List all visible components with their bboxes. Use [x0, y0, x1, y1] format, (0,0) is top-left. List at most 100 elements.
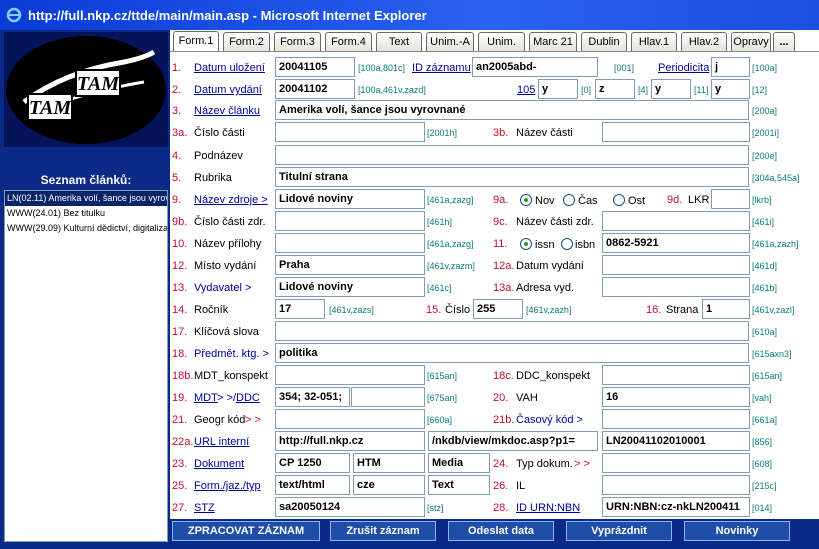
date-issued-link[interactable]: Datum vydání — [194, 84, 262, 96]
source-name-field[interactable]: Lidové noviny — [275, 189, 425, 209]
tab-text[interactable]: Text — [376, 32, 422, 51]
ddc-field[interactable] — [351, 387, 425, 407]
marc-code: [12] — [752, 85, 768, 95]
tab-form3[interactable]: Form.3 — [274, 32, 321, 51]
field-105-0[interactable]: y — [538, 79, 578, 99]
tab-hlav2[interactable]: Hlav.2 — [681, 32, 727, 51]
rubric-field[interactable]: Titulní strana — [275, 167, 749, 187]
url-id-field[interactable]: LN20041102010001 — [602, 431, 750, 451]
place-field[interactable]: Praha — [275, 255, 425, 275]
weight-field[interactable]: 16 — [602, 387, 750, 407]
process-record-button[interactable]: ZPRACOVAT ZÁZNAM — [172, 521, 320, 541]
radio-nov[interactable] — [520, 194, 532, 206]
radio-issn-label: issn — [535, 239, 555, 251]
tab-unim-a[interactable]: Unim.-A — [426, 32, 474, 51]
urn-nbn-field[interactable]: URN:NBN:cz-nkLN200411 — [602, 497, 750, 517]
marc-code: [0] — [581, 85, 592, 95]
periodicity-field[interactable]: j — [711, 57, 750, 77]
type-field[interactable]: Text — [428, 475, 490, 495]
article-list[interactable]: LN(02.11) Amerika volí, šance jsou vyrov… — [4, 190, 168, 542]
field-105-11[interactable]: y — [651, 79, 691, 99]
date-issued-field[interactable]: 20041102 — [275, 79, 355, 99]
source-part-name-field[interactable] — [602, 211, 750, 231]
date-saved-field[interactable]: 20041105 — [275, 57, 355, 77]
internal-url-link[interactable]: URL interní — [194, 436, 249, 448]
stz-field[interactable]: sa20050124 — [275, 497, 425, 517]
publisher-link[interactable]: Vydavatel > — [194, 282, 251, 294]
urn-nbn-link[interactable]: ID URN:NBN — [516, 502, 580, 514]
publisher-field[interactable]: Lidové noviny — [275, 277, 425, 297]
source-date-field[interactable] — [602, 255, 750, 275]
mdt-konspekt-field[interactable] — [275, 365, 425, 385]
ddc-link[interactable]: DDC — [236, 392, 260, 404]
document-link[interactable]: Dokument — [194, 458, 244, 470]
source-part-number-field[interactable] — [275, 211, 425, 231]
radio-issn[interactable] — [520, 238, 532, 250]
volume-field[interactable]: 17 — [275, 299, 325, 319]
news-button[interactable]: Novinky — [684, 521, 790, 541]
list-item[interactable]: WWW(24.01) Bez titulku — [5, 206, 167, 221]
field-number: 18. — [172, 348, 188, 360]
url-path-field[interactable]: /nkdb/view/mkdoc.asp?p1= — [428, 431, 598, 451]
article-title-link[interactable]: Název článku — [194, 105, 260, 117]
tab-more[interactable]: ... — [773, 32, 795, 51]
issn-field[interactable]: 0862-5921 — [602, 233, 750, 253]
ddc-konspekt-field[interactable] — [602, 365, 750, 385]
time-code-field[interactable] — [602, 409, 750, 429]
format-field[interactable]: HTM — [353, 453, 425, 473]
list-item[interactable]: WWW(29.09) Kulturní dědictví, digitaliza… — [5, 221, 167, 236]
field-105-12[interactable]: y — [711, 79, 750, 99]
subject-category-field[interactable]: politika — [275, 343, 749, 363]
part-number-field[interactable] — [275, 122, 425, 142]
geo-code-field[interactable] — [275, 409, 425, 429]
radio-ost[interactable] — [613, 194, 625, 206]
time-code-link[interactable]: Časový kód > — [516, 414, 583, 426]
supplement-name-field[interactable] — [275, 233, 425, 253]
mime-field[interactable]: text/html — [275, 475, 350, 495]
field-105-4[interactable]: z — [595, 79, 635, 99]
mdt-field[interactable]: 354; 32-051; — [275, 387, 350, 407]
radio-cas[interactable] — [563, 194, 575, 206]
marc-code: [200a] — [752, 106, 778, 116]
tab-opravy[interactable]: Opravy — [731, 32, 771, 51]
language-field[interactable]: cze — [353, 475, 425, 495]
record-id-field[interactable]: an2005abd- — [472, 57, 598, 77]
clear-button[interactable]: Vyprázdnit — [566, 521, 672, 541]
doc-type-field[interactable] — [602, 453, 750, 473]
form-lang-type-link[interactable]: Form./jaz./typ — [194, 480, 261, 492]
tab-dublin[interactable]: Dublin — [581, 32, 627, 51]
tab-form2[interactable]: Form.2 — [223, 32, 270, 51]
marc-code: [001] — [614, 63, 635, 73]
subtitle-field[interactable] — [275, 145, 749, 165]
lkr-field[interactable] — [711, 189, 750, 209]
doc-type-nav[interactable]: > > — [571, 458, 590, 470]
url-host-field[interactable]: http://full.nkp.cz — [275, 431, 425, 451]
part-name-field[interactable] — [602, 122, 750, 142]
send-data-button[interactable]: Odeslat data — [448, 521, 554, 541]
keywords-field[interactable] — [275, 321, 749, 341]
tab-hlav1[interactable]: Hlav.1 — [631, 32, 677, 51]
field-105-link[interactable]: 105 — [517, 84, 535, 96]
stz-link[interactable]: STZ — [194, 502, 215, 514]
publisher-address-field[interactable] — [602, 277, 750, 297]
source-name-link[interactable]: Název zdroje > — [194, 194, 268, 206]
periodicity-link[interactable]: Periodicita — [658, 62, 709, 74]
record-id-link[interactable]: ID záznamu — [412, 62, 471, 74]
tab-marc21[interactable]: Marc 21 — [529, 32, 577, 51]
geo-code-nav[interactable]: > > — [242, 414, 261, 426]
media-field[interactable]: Media — [428, 453, 490, 473]
tab-unim[interactable]: Unim. — [478, 32, 525, 51]
list-item[interactable]: LN(02.11) Amerika volí, šance jsou vyrov… — [5, 191, 167, 206]
il-field[interactable] — [602, 475, 750, 495]
encoding-field[interactable]: CP 1250 — [275, 453, 350, 473]
page-field[interactable]: 1 — [702, 299, 750, 319]
article-title-field[interactable]: Amerika volí, šance jsou vyrovnané — [275, 100, 749, 120]
mdt-nav[interactable]: > >/ — [214, 392, 236, 404]
cancel-record-button[interactable]: Zrušit záznam — [330, 521, 436, 541]
radio-isbn[interactable] — [561, 238, 573, 250]
tab-form1[interactable]: Form.1 — [173, 31, 219, 51]
tab-form4[interactable]: Form.4 — [325, 32, 372, 51]
subject-category-link[interactable]: Předmět. ktg. > — [194, 348, 269, 360]
date-saved-link[interactable]: Datum uložení — [194, 62, 265, 74]
issue-field[interactable]: 255 — [473, 299, 523, 319]
